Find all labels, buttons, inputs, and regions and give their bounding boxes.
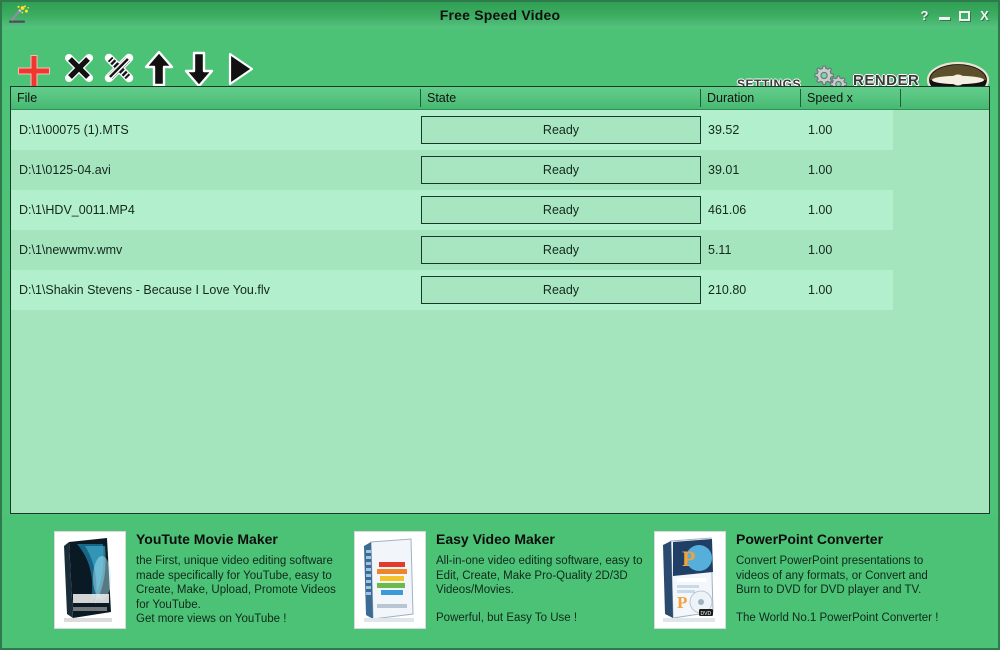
promo-text: Easy Video Maker All-in-one video editin… bbox=[436, 531, 649, 625]
cell-file: D:\1\HDV_0011.MP4 bbox=[19, 203, 135, 217]
cell-speed[interactable]: 1.00 bbox=[808, 150, 896, 190]
cell-duration: 39.52 bbox=[708, 123, 740, 137]
x-striped-icon bbox=[104, 53, 134, 83]
promo-strip: YouTute Movie Maker the First, unique vi… bbox=[2, 517, 998, 648]
promo-body: Convert PowerPoint presentations to vide… bbox=[736, 555, 928, 596]
youtube-movie-maker-box-icon[interactable] bbox=[54, 531, 126, 629]
promo-easy-video-maker[interactable]: Easy Video Maker All-in-one video editin… bbox=[354, 531, 649, 641]
remove-file-button[interactable] bbox=[60, 49, 100, 89]
cell-duration: 461.06 bbox=[708, 203, 747, 217]
cell-duration: 39.01 bbox=[708, 163, 740, 177]
promo-youtute-movie-maker[interactable]: YouTute Movie Maker the First, unique vi… bbox=[54, 531, 349, 641]
move-up-button[interactable] bbox=[142, 49, 182, 89]
easy-video-maker-box-icon[interactable] bbox=[354, 531, 426, 629]
arrow-down-icon bbox=[184, 51, 214, 88]
help-icon: ? bbox=[920, 8, 929, 23]
table-row[interactable]: D:\1\00075 (1).MTS Ready 39.52 1.00 bbox=[11, 110, 989, 150]
cell-duration: 5.11 bbox=[708, 243, 732, 257]
cell-state[interactable]: Ready bbox=[421, 116, 701, 144]
cell-duration: 210.80 bbox=[708, 283, 747, 297]
play-icon bbox=[228, 52, 254, 86]
column-header-state[interactable]: State bbox=[421, 87, 701, 109]
powerpoint-converter-box-icon[interactable]: P P DVD bbox=[654, 531, 726, 629]
file-list-header: File State Duration Speed x bbox=[11, 87, 989, 110]
cell-state[interactable]: Ready bbox=[421, 156, 701, 184]
minimize-button[interactable] bbox=[937, 8, 952, 23]
title-bar: Free Speed Video ? X bbox=[2, 2, 998, 30]
close-button[interactable]: X bbox=[977, 8, 992, 23]
promo-text: PowerPoint Converter Convert PowerPoint … bbox=[736, 531, 994, 625]
application-window: Free Speed Video ? X settings render Fil… bbox=[0, 0, 1000, 650]
promo-title: Easy Video Maker bbox=[436, 531, 555, 547]
cell-state[interactable]: Ready bbox=[421, 196, 701, 224]
toolbar: Settings Render bbox=[2, 29, 998, 100]
file-list-rows: D:\1\00075 (1).MTS Ready 39.52 1.00 D:\1… bbox=[11, 110, 989, 513]
table-row[interactable]: D:\1\Shakin Stevens - Because I Love You… bbox=[11, 270, 989, 310]
maximize-icon bbox=[959, 11, 970, 21]
cell-state[interactable]: Ready bbox=[421, 236, 701, 264]
cell-speed[interactable]: 1.00 bbox=[808, 270, 896, 310]
table-row[interactable]: D:\1\0125-04.avi Ready 39.01 1.00 bbox=[11, 150, 989, 190]
arrow-up-icon bbox=[144, 50, 174, 87]
promo-spacer bbox=[736, 598, 994, 611]
window-title: Free Speed Video bbox=[439, 7, 561, 23]
column-header-duration[interactable]: Duration bbox=[701, 87, 801, 109]
promo-title: YouTute Movie Maker bbox=[136, 531, 278, 547]
cell-file: D:\1\Shakin Stevens - Because I Love You… bbox=[19, 283, 270, 297]
remove-all-button[interactable] bbox=[100, 49, 140, 89]
svg-text:P: P bbox=[677, 593, 687, 612]
move-down-button[interactable] bbox=[182, 49, 222, 89]
promo-title: PowerPoint Converter bbox=[736, 531, 884, 547]
promo-powerpoint-converter[interactable]: P P DVD PowerPoint Converter Convert Pow… bbox=[654, 531, 994, 641]
cell-file: D:\1\newwmv.wmv bbox=[19, 243, 123, 257]
cell-file: D:\1\0125-04.avi bbox=[19, 163, 111, 177]
column-header-speed[interactable]: Speed x bbox=[801, 87, 901, 109]
maximize-button[interactable] bbox=[957, 8, 972, 23]
svg-text:P: P bbox=[682, 546, 695, 571]
column-header-file[interactable]: File bbox=[11, 87, 421, 109]
promo-body: All-in-one video editing software, easy … bbox=[436, 555, 643, 596]
file-list-panel[interactable]: File State Duration Speed x D:\1\00075 (… bbox=[10, 86, 990, 514]
x-icon bbox=[65, 54, 93, 82]
cell-file: D:\1\00075 (1).MTS bbox=[19, 123, 129, 137]
cell-speed[interactable]: 1.00 bbox=[808, 110, 896, 150]
svg-text:DVD: DVD bbox=[701, 611, 712, 617]
promo-tagline: Powerful, but Easy To Use ! bbox=[436, 611, 578, 624]
table-row[interactable]: D:\1\HDV_0011.MP4 Ready 461.06 1.00 bbox=[11, 190, 989, 230]
add-file-button[interactable] bbox=[12, 49, 52, 89]
promo-body: the First, unique video editing software… bbox=[136, 555, 336, 625]
promo-text: YouTute Movie Maker the First, unique vi… bbox=[136, 531, 349, 627]
play-button[interactable] bbox=[222, 49, 262, 89]
cell-speed[interactable]: 1.00 bbox=[808, 190, 896, 230]
promo-spacer bbox=[436, 598, 649, 611]
column-divider[interactable] bbox=[900, 89, 901, 107]
table-row[interactable]: D:\1\newwmv.wmv Ready 5.11 1.00 bbox=[11, 230, 989, 270]
cell-speed[interactable]: 1.00 bbox=[808, 230, 896, 270]
promo-tagline: The World No.1 PowerPoint Converter ! bbox=[736, 611, 939, 624]
minimize-icon bbox=[939, 17, 950, 20]
cell-state[interactable]: Ready bbox=[421, 276, 701, 304]
help-button[interactable]: ? bbox=[917, 8, 932, 23]
close-icon: X bbox=[980, 8, 989, 23]
